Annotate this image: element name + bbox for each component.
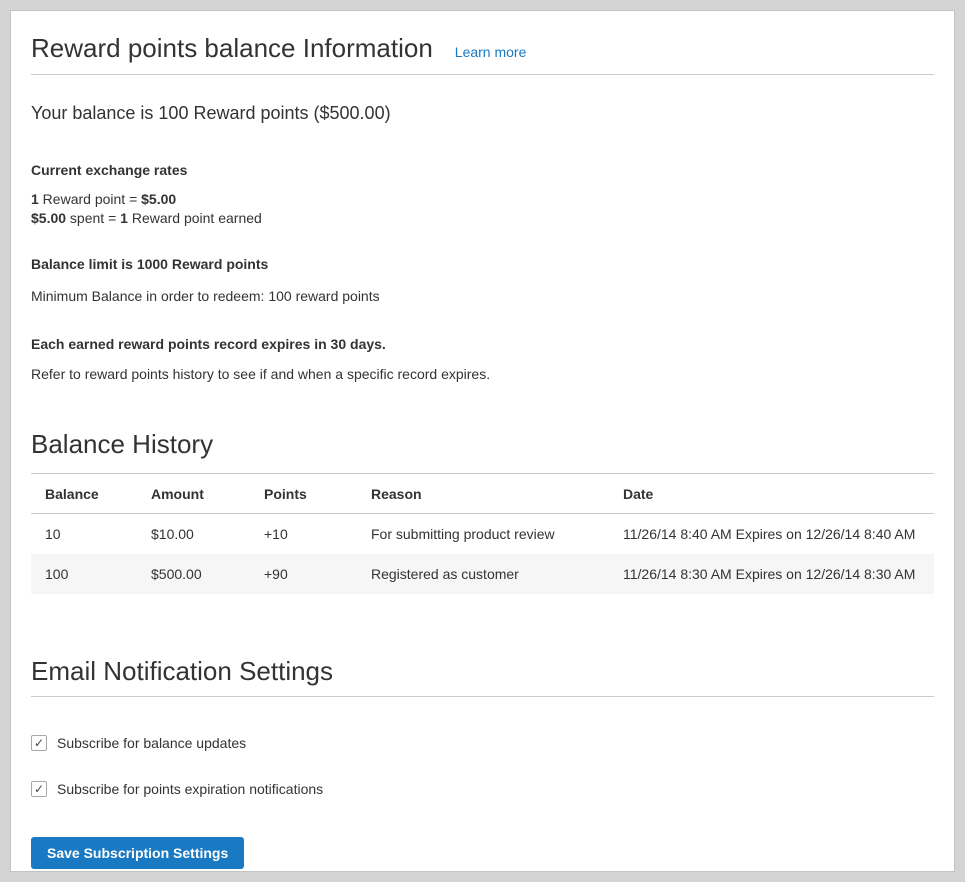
table-header-row: Balance Amount Points Reason Date — [31, 474, 934, 514]
cell-balance: 10 — [31, 514, 141, 555]
subscribe-balance-updates-label[interactable]: Subscribe for balance updates — [57, 735, 246, 751]
table-row: 10 $10.00 +10 For submitting product rev… — [31, 514, 934, 555]
page-header: Reward points balance Information Learn … — [31, 33, 934, 64]
expiration-note: Refer to reward points history to see if… — [31, 366, 934, 382]
balance-limit-text: Balance limit is 1000 Reward points — [31, 256, 934, 272]
subscribe-balance-updates-row: ✓ Subscribe for balance updates — [31, 735, 934, 751]
balance-history-heading: Balance History — [31, 429, 934, 460]
cell-date: 11/26/14 8:40 AM Expires on 12/26/14 8:4… — [613, 514, 934, 555]
email-section-divider — [31, 696, 934, 697]
subscribe-balance-updates-checkbox[interactable]: ✓ — [31, 735, 47, 751]
checkmark-icon: ✓ — [34, 783, 44, 795]
subscribe-expiration-label[interactable]: Subscribe for points expiration notifica… — [57, 781, 323, 797]
col-header-balance: Balance — [31, 474, 141, 514]
checkmark-icon: ✓ — [34, 737, 44, 749]
cell-amount: $10.00 — [141, 514, 254, 555]
email-notification-heading: Email Notification Settings — [31, 656, 934, 687]
exchange-rates-text: 1 Reward point = $5.00 $5.00 spent = 1 R… — [31, 190, 934, 228]
expiration-text: Each earned reward points record expires… — [31, 336, 934, 352]
balance-summary: Your balance is 100 Reward points ($500.… — [31, 103, 934, 124]
cell-reason: For submitting product review — [361, 514, 613, 555]
page-title: Reward points balance Information — [31, 33, 433, 64]
col-header-reason: Reason — [361, 474, 613, 514]
save-subscription-settings-button[interactable]: Save Subscription Settings — [31, 837, 244, 869]
subscribe-expiration-row: ✓ Subscribe for points expiration notifi… — [31, 781, 934, 797]
cell-date: 11/26/14 8:30 AM Expires on 12/26/14 8:3… — [613, 554, 934, 594]
exchange-rates-heading: Current exchange rates — [31, 162, 934, 178]
cell-points: +10 — [254, 514, 361, 555]
col-header-points: Points — [254, 474, 361, 514]
col-header-amount: Amount — [141, 474, 254, 514]
exchange-line2: $5.00 spent = 1 Reward point earned — [31, 210, 262, 226]
minimum-balance-text: Minimum Balance in order to redeem: 100 … — [31, 288, 934, 304]
exchange-line1: 1 Reward point = $5.00 — [31, 191, 176, 207]
cell-reason: Registered as customer — [361, 554, 613, 594]
cell-amount: $500.00 — [141, 554, 254, 594]
header-divider — [31, 74, 934, 75]
cell-points: +90 — [254, 554, 361, 594]
col-header-date: Date — [613, 474, 934, 514]
cell-balance: 100 — [31, 554, 141, 594]
learn-more-link[interactable]: Learn more — [455, 44, 527, 60]
subscribe-expiration-checkbox[interactable]: ✓ — [31, 781, 47, 797]
reward-points-panel: Reward points balance Information Learn … — [10, 10, 955, 872]
table-row: 100 $500.00 +90 Registered as customer 1… — [31, 554, 934, 594]
balance-history-table: Balance Amount Points Reason Date 10 $10… — [31, 473, 934, 594]
